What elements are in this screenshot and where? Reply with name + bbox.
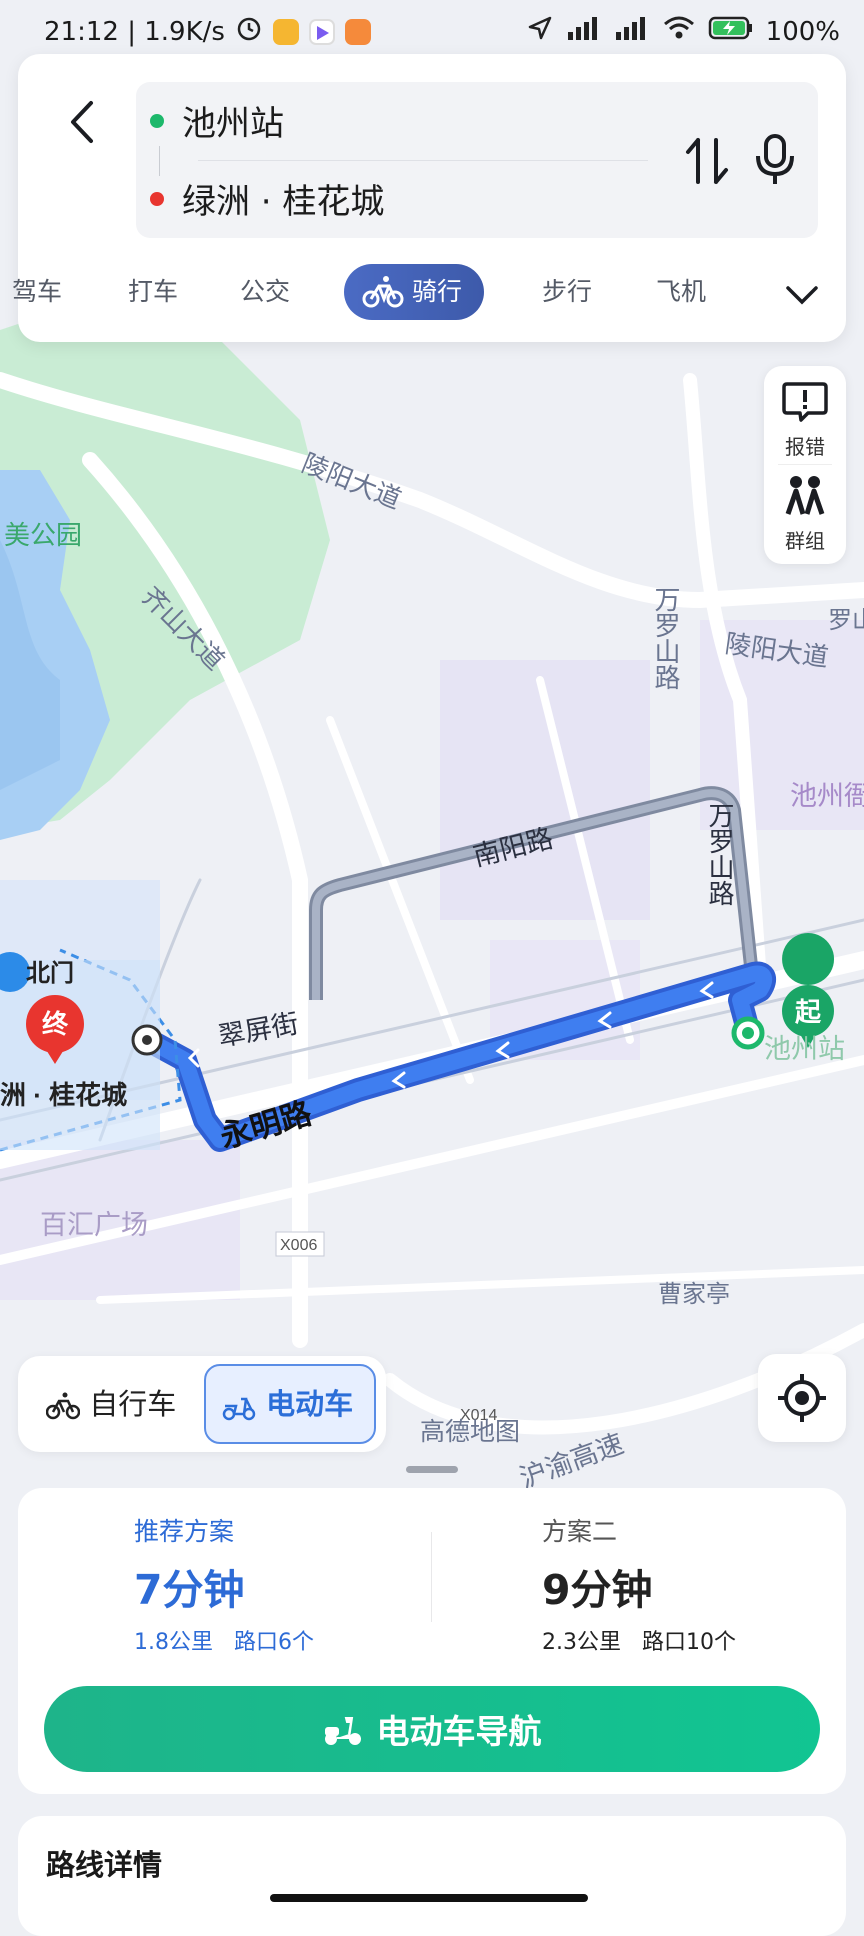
destination-dot-icon: [150, 191, 164, 206]
origin-dot-icon: [150, 113, 164, 128]
label-park: 美公园: [4, 520, 82, 550]
plan-second-time: 9分钟: [542, 1566, 653, 1614]
ebike-option[interactable]: 电动车: [204, 1364, 376, 1444]
wifi-icon: [662, 14, 696, 49]
report-icon: [782, 382, 828, 422]
tab-bus[interactable]: 公交: [240, 260, 290, 324]
report-error-button[interactable]: 报错: [764, 380, 846, 460]
travel-mode-tabs: 驾车 打车 公交 骑行 步行 飞机: [12, 260, 846, 324]
bicycle-icon: [45, 1392, 81, 1420]
label-dest: 洲 · 桂花城: [0, 1080, 127, 1110]
ebike-option-label: 电动车: [266, 1387, 354, 1421]
plans-divider: [431, 1532, 432, 1622]
sheet-drag-handle[interactable]: [406, 1466, 458, 1473]
label-wanluoshan-2: 万罗山路: [705, 802, 735, 906]
swap-icon: [686, 138, 728, 184]
back-button[interactable]: [54, 94, 110, 150]
label-x006: X006: [280, 1237, 317, 1254]
tab-walking[interactable]: 步行: [542, 260, 592, 324]
destination-field[interactable]: 绿洲 · 桂花城: [150, 174, 384, 223]
app-icon-orange: [344, 18, 371, 45]
label-station: 池州站: [764, 1034, 845, 1064]
origin-text: 池州站: [182, 104, 284, 144]
status-bar: 21:12 | 1.9K/s 100%: [0, 0, 864, 62]
start-marker: [782, 933, 835, 985]
microphone-icon: [756, 134, 794, 184]
group-label: 群组: [785, 529, 825, 553]
voice-input-button[interactable]: [752, 132, 798, 188]
app-icon-play: [308, 18, 335, 45]
end-marker-label: 终: [42, 1009, 69, 1039]
label-chizhou-edge: 池州衙: [790, 781, 864, 811]
label-caojiating: 曹家亭: [658, 1281, 730, 1308]
tab-cycling-label: 骑行: [412, 277, 463, 306]
plan-recommended[interactable]: 推荐方案 7分钟 1.8公里 路口6个: [134, 1512, 314, 1656]
route-connector: [159, 146, 160, 176]
label-baihui: 百汇广场: [40, 1210, 148, 1240]
route-plans-card: 推荐方案 7分钟 1.8公里 路口6个 方案二 9分钟 2.3公里 路口10个 …: [18, 1488, 846, 1794]
plan-second-title: 方案二: [542, 1517, 618, 1546]
bicycle-option[interactable]: 自行车: [45, 1364, 177, 1444]
route-details-title: 路线详情: [46, 1848, 163, 1882]
bicycle-icon: [362, 276, 404, 308]
more-modes-button[interactable]: [784, 276, 820, 312]
start-navigation-label: 电动车导航: [376, 1712, 542, 1751]
signal-hd-icon: [566, 14, 602, 49]
battery-level: 100%: [765, 16, 840, 47]
route-details-card[interactable]: 路线详情: [18, 1816, 846, 1936]
signal-hd-icon: [614, 14, 650, 49]
label-luoshan: 罗山: [828, 607, 864, 634]
scooter-icon: [222, 1387, 266, 1421]
route-search-card: 池州站 绿洲 · 桂花城 驾车 打车 公交 骑行 步行 飞机: [12, 54, 846, 342]
start-navigation-button[interactable]: 电动车导航: [44, 1686, 820, 1772]
plan-second-desc: 2.3公里 路口10个: [542, 1630, 736, 1655]
plan-recommended-title: 推荐方案: [134, 1517, 235, 1546]
location-arrow-icon: [526, 14, 554, 49]
tab-drive[interactable]: 驾车: [12, 260, 62, 324]
tools-divider: [778, 464, 832, 465]
alarm-icon: [235, 14, 263, 49]
label-beimen: 北门: [26, 959, 74, 987]
swap-button[interactable]: [684, 134, 732, 188]
plan-recommended-time: 7分钟: [134, 1566, 245, 1614]
tab-taxi[interactable]: 打车: [128, 260, 178, 324]
crosshair-icon: [778, 1374, 826, 1422]
plan-recommended-desc: 1.8公里 路口6个: [134, 1630, 314, 1655]
status-time: 21:12 | 1.9K/s: [44, 16, 225, 47]
app-icon-yellow: [272, 18, 299, 45]
map-tools: 报错 群组: [764, 366, 846, 564]
origin-field[interactable]: 池州站: [150, 96, 284, 145]
map-watermark: 高德地图: [420, 1418, 520, 1446]
route-divider: [198, 160, 648, 161]
report-label: 报错: [785, 435, 825, 459]
plan-second[interactable]: 方案二 9分钟 2.3公里 路口10个: [542, 1512, 736, 1656]
scooter-icon: [324, 1717, 361, 1745]
group-icon: [785, 476, 825, 515]
tab-cycling[interactable]: 骑行: [344, 264, 485, 320]
route-input-box: 池州站 绿洲 · 桂花城: [136, 82, 818, 238]
vehicle-type-toggle: 自行车 电动车: [18, 1356, 386, 1452]
chevron-down-icon: [786, 286, 818, 305]
group-button[interactable]: 群组: [764, 474, 846, 554]
back-arrow-icon: [71, 101, 93, 143]
locate-me-button[interactable]: [758, 1354, 846, 1442]
label-wanluoshan-1: 万罗山路: [651, 586, 681, 690]
tab-plane[interactable]: 飞机: [656, 260, 706, 324]
start-marker-label: 起: [795, 997, 822, 1027]
destination-text: 绿洲 · 桂花城: [182, 182, 385, 222]
home-indicator[interactable]: [270, 1894, 588, 1902]
battery-charging-icon: [708, 15, 754, 48]
bicycle-option-label: 自行车: [89, 1387, 177, 1421]
